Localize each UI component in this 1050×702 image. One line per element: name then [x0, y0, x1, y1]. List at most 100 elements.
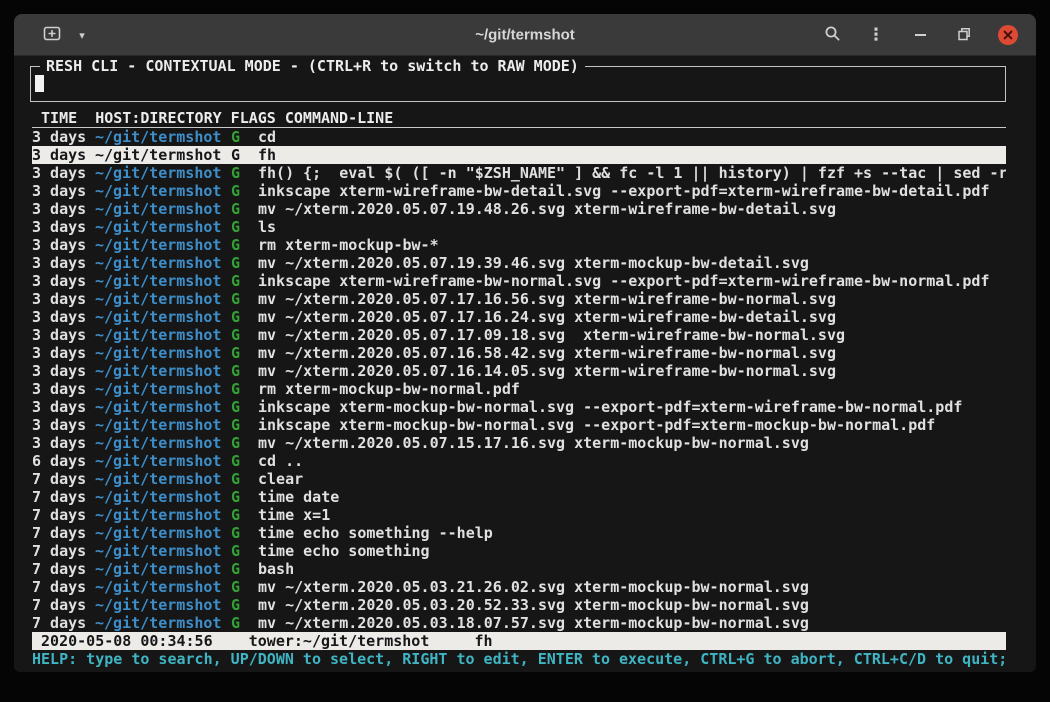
- history-command: clear: [258, 470, 303, 488]
- history-row[interactable]: 3 days~/git/termshotGfh() {; eval $( ([ …: [32, 164, 1006, 182]
- history-row[interactable]: 3 days~/git/termshotGmv ~/xterm.2020.05.…: [32, 434, 1006, 452]
- history-row[interactable]: 7 days~/git/termshotGmv ~/xterm.2020.05.…: [32, 578, 1006, 596]
- history-row[interactable]: 3 days~/git/termshotGmv ~/xterm.2020.05.…: [32, 326, 1006, 344]
- history-time: 7 days: [32, 614, 95, 632]
- restore-icon: [957, 27, 971, 44]
- history-flags: G: [231, 236, 258, 254]
- search-input[interactable]: [31, 67, 1005, 101]
- history-command: mv ~/xterm.2020.05.03.20.52.33.svg xterm…: [258, 596, 809, 614]
- close-button[interactable]: [996, 21, 1020, 49]
- history-time: 3 days: [32, 308, 95, 326]
- history-row[interactable]: 3 days~/git/termshotGmv ~/xterm.2020.05.…: [32, 344, 1006, 362]
- history-directory: ~/git/termshot: [95, 128, 231, 146]
- history-flags: G: [231, 362, 258, 380]
- kebab-menu-icon: ⋮: [868, 25, 885, 45]
- history-row[interactable]: 7 days~/git/termshotGtime echo something…: [32, 524, 1006, 542]
- text-cursor: [35, 75, 44, 92]
- history-row[interactable]: 3 days~/git/termshotGrm xterm-mockup-bw-…: [32, 380, 1006, 398]
- history-time: 3 days: [32, 362, 95, 380]
- history-row[interactable]: 3 days~/git/termshotGinkscape xterm-wire…: [32, 182, 1006, 200]
- history-directory: ~/git/termshot: [95, 470, 231, 488]
- history-row[interactable]: 3 days~/git/termshotGfh: [32, 146, 1006, 164]
- history-flags: G: [231, 200, 258, 218]
- history-flags: G: [231, 452, 258, 470]
- history-row[interactable]: 3 days~/git/termshotGrm xterm-mockup-bw-…: [32, 236, 1006, 254]
- history-flags: G: [231, 290, 258, 308]
- history-time: 7 days: [32, 470, 95, 488]
- history-directory: ~/git/termshot: [95, 524, 231, 542]
- history-flags: G: [231, 470, 258, 488]
- history-flags: G: [231, 272, 258, 290]
- tab-dropdown-button[interactable]: ▾: [70, 21, 94, 49]
- history-flags: G: [231, 164, 258, 182]
- history-directory: ~/git/termshot: [95, 146, 231, 164]
- history-time: 7 days: [32, 578, 95, 596]
- history-directory: ~/git/termshot: [95, 290, 231, 308]
- history-command: bash: [258, 560, 294, 578]
- titlebar-right-group: ⋮: [820, 14, 1020, 56]
- history-flags: G: [231, 416, 258, 434]
- history-flags: G: [231, 218, 258, 236]
- history-command: time x=1: [258, 506, 330, 524]
- search-panel: RESH CLI - CONTEXTUAL MODE - (CTRL+R to …: [30, 66, 1006, 102]
- history-time: 3 days: [32, 380, 95, 398]
- help-line: HELP: type to search, UP/DOWN to select,…: [32, 650, 1006, 668]
- history-directory: ~/git/termshot: [95, 488, 231, 506]
- table-header: TIME HOST:DIRECTORY FLAGS COMMAND-LINE: [32, 106, 1006, 128]
- history-directory: ~/git/termshot: [95, 506, 231, 524]
- history-row[interactable]: 3 days~/git/termshotGmv ~/xterm.2020.05.…: [32, 290, 1006, 308]
- new-tab-icon: [43, 25, 61, 45]
- history-row[interactable]: 7 days~/git/termshotGmv ~/xterm.2020.05.…: [32, 614, 1006, 632]
- history-directory: ~/git/termshot: [95, 578, 231, 596]
- history-command: mv ~/xterm.2020.05.07.17.16.56.svg xterm…: [258, 290, 836, 308]
- history-directory: ~/git/termshot: [95, 596, 231, 614]
- history-time: 7 days: [32, 596, 95, 614]
- history-flags: G: [231, 614, 258, 632]
- titlebar[interactable]: ▾ ~/git/termshot ⋮: [14, 14, 1036, 56]
- history-row[interactable]: 7 days~/git/termshotGtime date: [32, 488, 1006, 506]
- history-row[interactable]: 7 days~/git/termshotGmv ~/xterm.2020.05.…: [32, 596, 1006, 614]
- history-flags: G: [231, 344, 258, 362]
- history-time: 3 days: [32, 182, 95, 200]
- history-flags: G: [231, 398, 258, 416]
- history-row[interactable]: 7 days~/git/termshotGtime echo something: [32, 542, 1006, 560]
- restore-button[interactable]: [952, 21, 976, 49]
- minimize-icon: [915, 34, 926, 36]
- history-command: time echo something: [258, 542, 430, 560]
- history-directory: ~/git/termshot: [95, 614, 231, 632]
- history-row[interactable]: 3 days~/git/termshotGls: [32, 218, 1006, 236]
- history-row[interactable]: 3 days~/git/termshotGmv ~/xterm.2020.05.…: [32, 200, 1006, 218]
- history-row[interactable]: 7 days~/git/termshotGclear: [32, 470, 1006, 488]
- history-row[interactable]: 3 days~/git/termshotGmv ~/xterm.2020.05.…: [32, 254, 1006, 272]
- history-flags: G: [231, 380, 258, 398]
- menu-button[interactable]: ⋮: [864, 21, 888, 49]
- history-row[interactable]: 3 days~/git/termshotGinkscape xterm-wire…: [32, 272, 1006, 290]
- history-row[interactable]: 3 days~/git/termshotGmv ~/xterm.2020.05.…: [32, 362, 1006, 380]
- history-row[interactable]: 7 days~/git/termshotGbash: [32, 560, 1006, 578]
- search-button[interactable]: [820, 21, 844, 49]
- history-flags: G: [231, 578, 258, 596]
- history-flags: G: [231, 128, 258, 146]
- history-row[interactable]: 3 days~/git/termshotGinkscape xterm-mock…: [32, 398, 1006, 416]
- history-time: 3 days: [32, 290, 95, 308]
- history-flags: G: [231, 308, 258, 326]
- history-time: 6 days: [32, 452, 95, 470]
- history-row[interactable]: 3 days~/git/termshotGinkscape xterm-mock…: [32, 416, 1006, 434]
- history-flags: G: [231, 524, 258, 542]
- history-flags: G: [231, 182, 258, 200]
- history-row[interactable]: 3 days~/git/termshotGcd: [32, 128, 1006, 146]
- history-row[interactable]: 3 days~/git/termshotGmv ~/xterm.2020.05.…: [32, 308, 1006, 326]
- history-flags: G: [231, 560, 258, 578]
- history-command: inkscape xterm-wireframe-bw-normal.svg -…: [258, 272, 990, 290]
- minimize-button[interactable]: [908, 21, 932, 49]
- history-command: mv ~/xterm.2020.05.07.17.16.24.svg xterm…: [258, 308, 836, 326]
- history-row[interactable]: 6 days~/git/termshotGcd ..: [32, 452, 1006, 470]
- history-list: 3 days~/git/termshotGcd3 days~/git/terms…: [32, 128, 1006, 632]
- history-time: 3 days: [32, 218, 95, 236]
- history-directory: ~/git/termshot: [95, 452, 231, 470]
- new-tab-button[interactable]: [40, 21, 64, 49]
- history-flags: G: [231, 596, 258, 614]
- history-row[interactable]: 7 days~/git/termshotGtime x=1: [32, 506, 1006, 524]
- terminal-screen[interactable]: RESH CLI - CONTEXTUAL MODE - (CTRL+R to …: [14, 56, 1036, 672]
- history-command: mv ~/xterm.2020.05.07.17.09.18.svg xterm…: [258, 326, 845, 344]
